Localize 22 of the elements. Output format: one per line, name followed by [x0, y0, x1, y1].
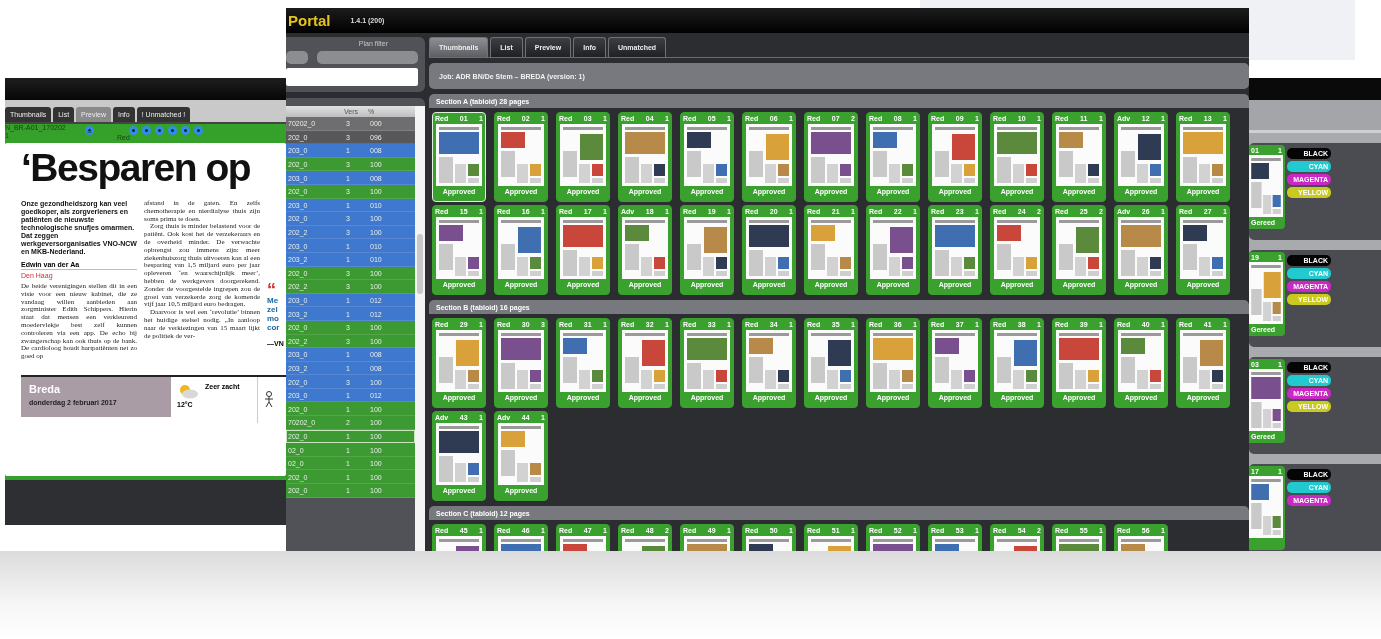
dot-icon [197, 129, 200, 132]
eject-icon [87, 128, 92, 133]
quote-line: zel [267, 305, 279, 314]
dot-icon [132, 129, 135, 132]
scrollbar-thumb[interactable] [417, 234, 423, 294]
partly-cloudy-icon [177, 382, 199, 399]
quote-line: mo [267, 314, 280, 323]
quote-line: cor [267, 323, 281, 332]
dot-icon [145, 129, 148, 132]
filter-field[interactable] [286, 51, 308, 64]
quote-mark: “ [267, 284, 276, 296]
headline: ‘Besparen op [21, 146, 252, 190]
search-field[interactable] [286, 68, 418, 86]
eject-button[interactable] [85, 126, 94, 135]
plan-filter-field[interactable] [317, 51, 418, 64]
quote-line: Me [267, 296, 280, 305]
dot-icon [171, 129, 174, 132]
person-icon [264, 390, 274, 407]
app-title: Portal [288, 12, 331, 29]
city-name: Breda [29, 382, 62, 395]
dot-icon [158, 129, 161, 132]
dot-icon [184, 129, 187, 132]
